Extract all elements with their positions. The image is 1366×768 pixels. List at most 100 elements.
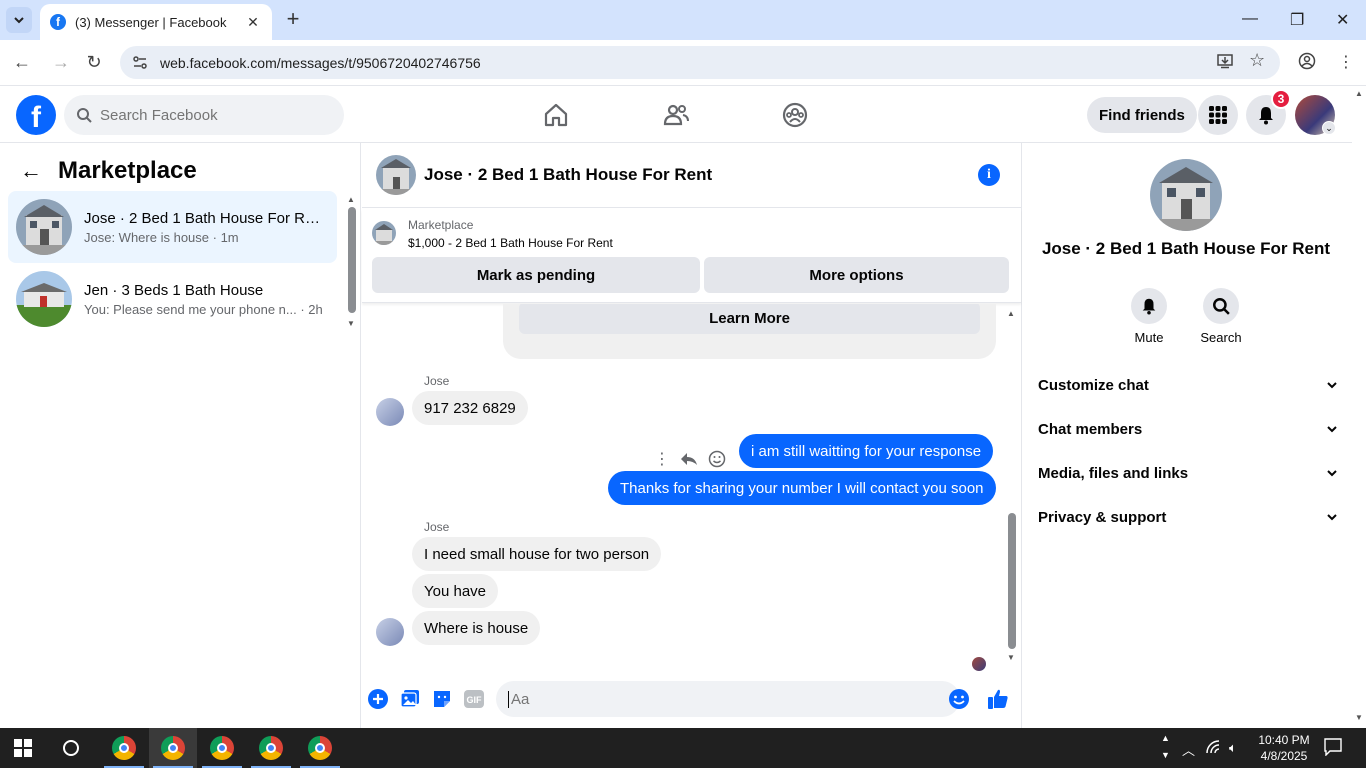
menu-grid-button[interactable] (1198, 95, 1238, 135)
chat-scrollbar[interactable] (1008, 321, 1016, 651)
taskbar-chrome-app[interactable] (198, 728, 246, 768)
learn-more-button[interactable]: Learn More (519, 304, 980, 334)
reload-button[interactable]: ↻ (83, 52, 105, 73)
taskbar-chrome-app[interactable] (149, 728, 197, 768)
notification-center-icon[interactable] (1324, 738, 1342, 759)
chrome-icon (210, 736, 234, 760)
sticker-icon[interactable] (431, 688, 453, 710)
find-friends-button[interactable]: Find friends (1087, 97, 1197, 133)
info-icon[interactable]: i (978, 164, 1000, 186)
chat-members-label: Chat members (1038, 420, 1143, 438)
taskbar-chrome-app[interactable] (100, 728, 148, 768)
new-tab-button[interactable]: + (282, 8, 304, 30)
sender-avatar[interactable] (376, 398, 404, 426)
reply-icon[interactable] (680, 451, 698, 467)
house-thumbnail (16, 199, 72, 255)
browser-menu-icon[interactable]: ⋮ (1338, 52, 1354, 72)
network-icon[interactable] (1206, 740, 1222, 757)
close-window-button[interactable]: ✕ (1336, 10, 1349, 30)
page-scrollbar[interactable]: ▲ ▼ (1352, 87, 1366, 728)
message-input[interactable] (508, 690, 908, 708)
emoji-icon[interactable] (948, 688, 970, 710)
conversation-name: Jen · 3 Beds 1 Bath House (84, 281, 264, 299)
mute-action[interactable]: Mute (1119, 288, 1179, 345)
site-settings-icon[interactable] (132, 55, 148, 71)
taskbar-chrome-app[interactable] (296, 728, 344, 768)
forward-button[interactable]: → (50, 52, 72, 73)
incoming-message[interactable]: I need small house for two person (412, 537, 662, 571)
customize-chat-row[interactable]: Customize chat (1038, 367, 1338, 403)
chat-title[interactable]: Jose · 2 Bed 1 Bath House For Rent (424, 165, 712, 185)
bell-icon (1142, 298, 1156, 315)
facebook-search[interactable] (64, 95, 344, 135)
search-input[interactable] (100, 106, 320, 124)
search-action[interactable]: Search (1191, 288, 1251, 345)
scroll-up-arrow[interactable]: ▲ (347, 195, 355, 204)
more-actions-icon[interactable]: ⋮ (654, 449, 670, 469)
volume-icon[interactable]: 🔈︎ (1229, 740, 1237, 756)
chat-scroll-up-arrow[interactable]: ▲ (1007, 309, 1015, 318)
chat-house-thumbnail[interactable] (376, 155, 416, 195)
home-icon[interactable] (542, 101, 570, 129)
incoming-message[interactable]: You have (412, 574, 499, 608)
profile-icon[interactable] (1298, 52, 1316, 75)
conversation-list: ← Marketplace Jose · 2 Bed 1 Bath House … (0, 143, 361, 728)
close-tab-icon[interactable]: ✕ (244, 14, 262, 31)
omnibox[interactable]: web.facebook.com/messages/t/950672040274… (120, 46, 1280, 79)
conversation-item[interactable]: Jen · 3 Beds 1 Bath House You: Please se… (8, 263, 337, 335)
chat-panel: Jose · 2 Bed 1 Bath House For Rent i Mar… (362, 143, 1022, 728)
conversation-scrollbar[interactable] (348, 207, 356, 317)
message-input-box[interactable] (496, 681, 960, 717)
bookmark-star-icon[interactable]: ☆ (1249, 50, 1265, 71)
restore-button[interactable]: ❐ (1290, 10, 1304, 30)
more-actions-plus-icon[interactable] (367, 688, 389, 710)
browser-tab[interactable]: f (3) Messenger | Facebook ✕ (40, 4, 272, 40)
listing-card: Learn More (503, 304, 996, 359)
chat-scroll-down-arrow[interactable]: ▼ (1007, 653, 1015, 662)
mark-as-pending-button[interactable]: Mark as pending (372, 257, 700, 293)
outgoing-message[interactable]: i am still waitting for your response (739, 434, 994, 468)
incoming-message[interactable]: Where is house (412, 611, 541, 645)
incoming-message[interactable]: 917 232 6829 (412, 391, 528, 425)
facebook-logo[interactable]: f (16, 95, 56, 135)
outgoing-message[interactable]: Thanks for sharing your number I will co… (608, 471, 996, 505)
taskbar-chrome-app[interactable] (247, 728, 295, 768)
more-options-button[interactable]: More options (704, 257, 1009, 293)
search-in-chat-button[interactable] (1203, 288, 1239, 324)
chat-members-row[interactable]: Chat members (1038, 411, 1338, 447)
minimize-button[interactable]: — (1242, 10, 1258, 28)
mute-button[interactable] (1131, 288, 1167, 324)
marketplace-listing-bar: Marketplace $1,000 - 2 Bed 1 Bath House … (362, 209, 1021, 303)
page-scroll-down-arrow[interactable]: ▼ (1355, 713, 1363, 722)
sender-avatar[interactable] (376, 618, 404, 646)
bell-icon (1259, 107, 1273, 125)
tab-search-button[interactable] (6, 7, 32, 33)
scroll-down-arrow[interactable]: ▼ (347, 319, 355, 328)
chat-scrollbar-thumb[interactable] (1008, 513, 1016, 649)
media-files-links-row[interactable]: Media, files and links (1038, 455, 1338, 491)
conversation-name: Jose · 2 Bed 1 Bath House For Re... (84, 209, 324, 227)
conversation-item[interactable]: Jose · 2 Bed 1 Bath House For Re... Jose… (8, 191, 337, 263)
install-app-icon[interactable] (1216, 52, 1234, 75)
thumbs-up-icon[interactable] (987, 688, 1009, 710)
taskbar-clock[interactable]: 10:40 PM 4/8/2025 (1252, 732, 1316, 764)
tray-scroll-icon[interactable]: ▲ ▼ (1161, 730, 1170, 764)
account-chevron-icon[interactable]: ⌄ (1322, 121, 1336, 135)
back-button[interactable]: ← (11, 52, 33, 73)
windows-start-icon[interactable] (14, 739, 32, 757)
back-arrow-icon[interactable]: ← (20, 158, 42, 184)
listing-price-title[interactable]: $1,000 - 2 Bed 1 Bath House For Rent (408, 236, 613, 250)
search-icon (77, 108, 92, 123)
groups-icon[interactable] (781, 101, 809, 129)
privacy-support-row[interactable]: Privacy & support (1038, 499, 1338, 535)
cortana-search-icon[interactable] (63, 740, 79, 756)
attach-photo-icon[interactable] (399, 688, 421, 710)
scrollbar-thumb[interactable] (348, 207, 356, 313)
react-emoji-icon[interactable] (708, 450, 726, 468)
show-hidden-icons-icon[interactable]: ︿ (1182, 740, 1195, 759)
gif-icon[interactable]: GIF (463, 688, 485, 710)
page-scroll-up-arrow[interactable]: ▲ (1355, 89, 1363, 98)
privacy-support-label: Privacy & support (1038, 508, 1167, 526)
chat-header: Jose · 2 Bed 1 Bath House For Rent i (362, 143, 1021, 208)
friends-icon[interactable] (662, 101, 690, 129)
